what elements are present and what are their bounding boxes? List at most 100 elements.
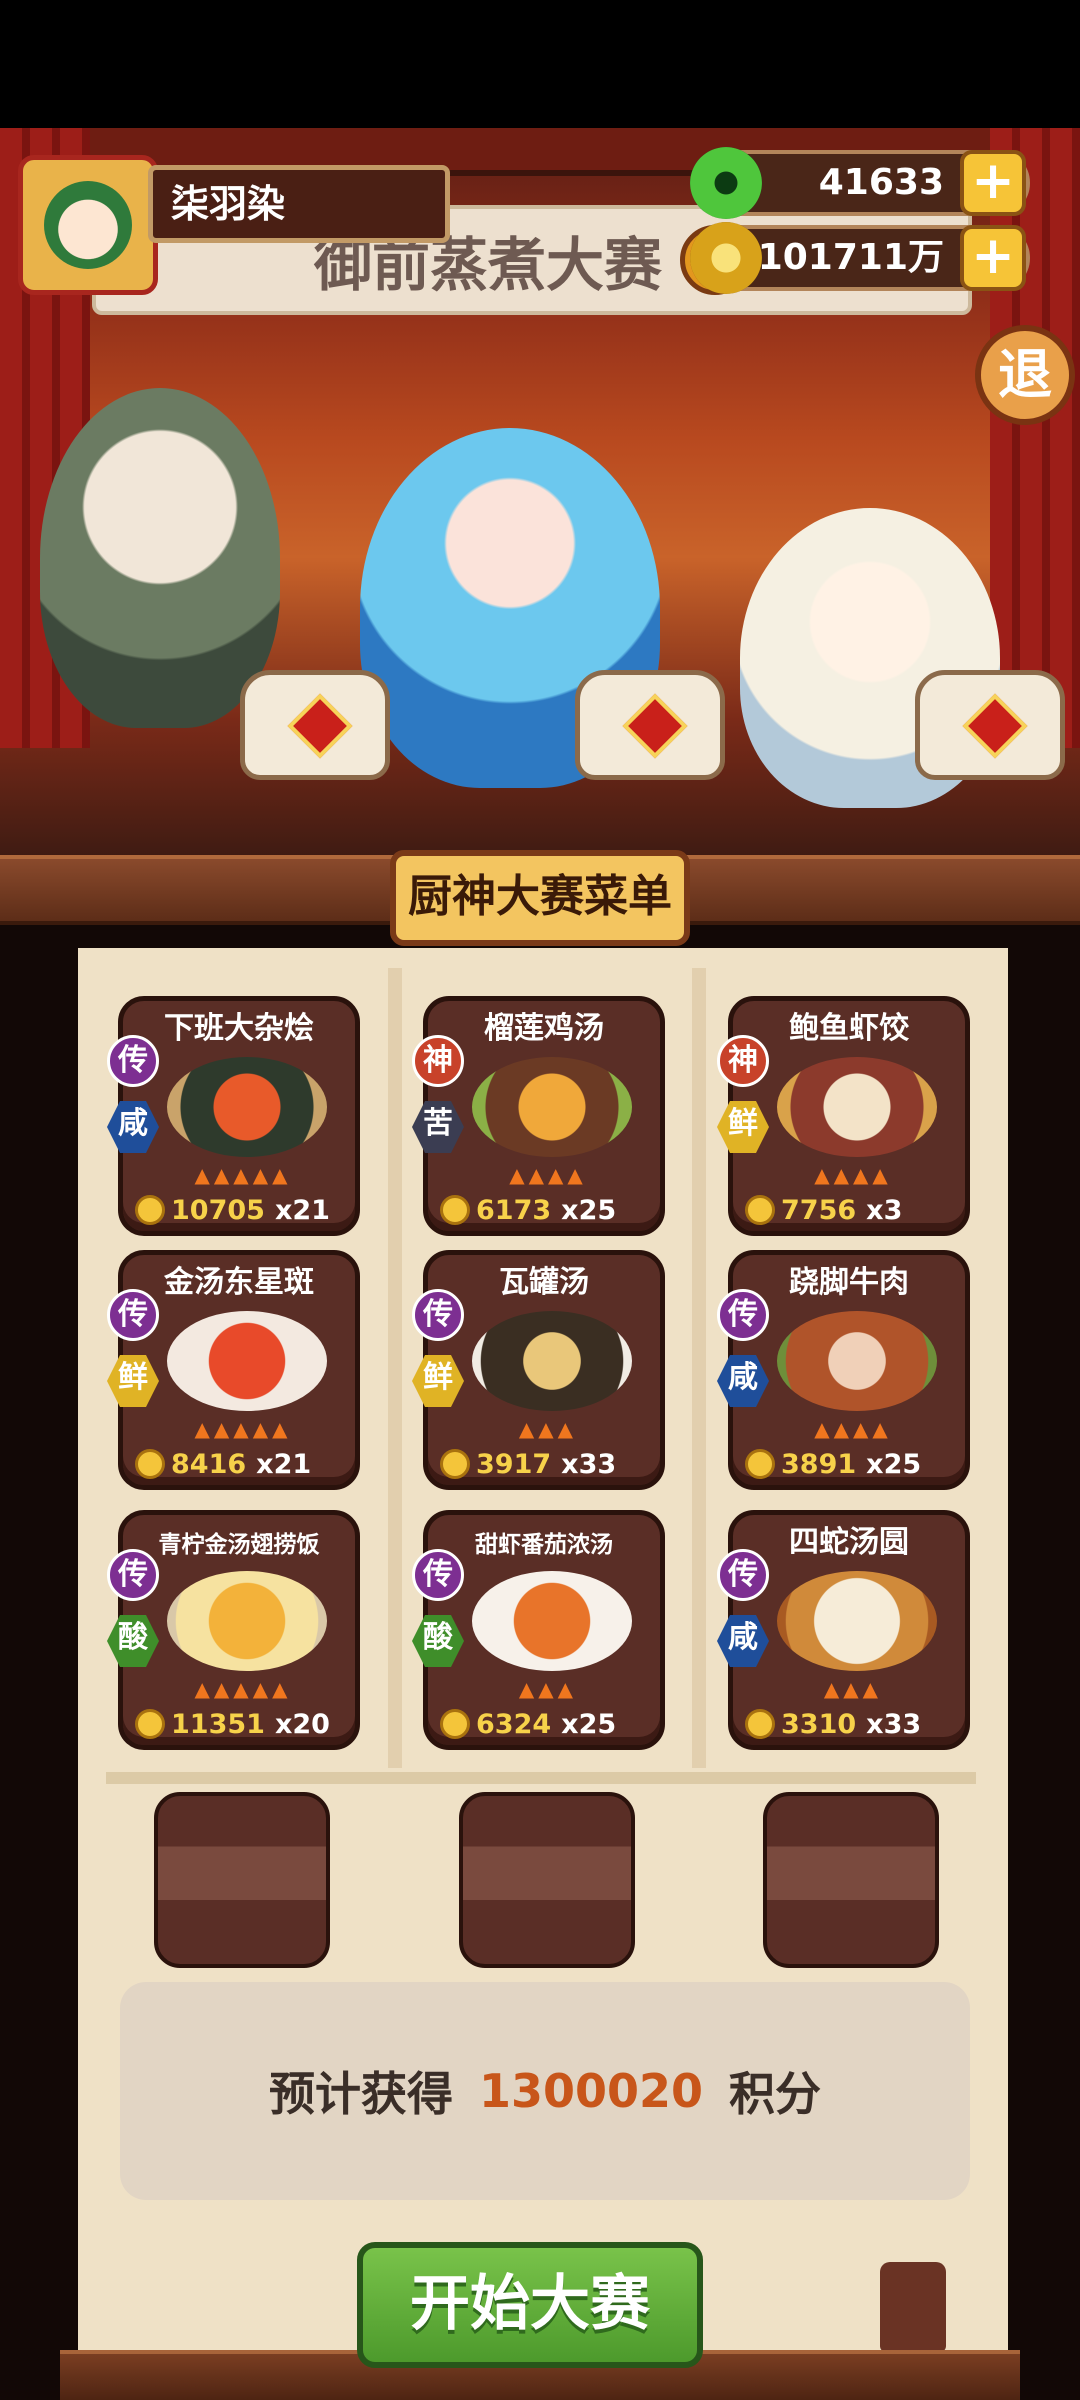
dish-name: 金汤东星斑: [164, 1265, 314, 1300]
selected-dish-slot-1[interactable]: [154, 1792, 330, 1968]
dish-quantity: x20: [274, 1708, 330, 1740]
steamer-pot-center: [575, 670, 725, 780]
dish-price: 10705: [171, 1194, 265, 1226]
dish-card[interactable]: 下班大杂烩传咸 ▲▲▲▲▲ 10705 x21: [107, 996, 360, 1236]
coin-icon: [135, 1449, 165, 1479]
coin-icon: [745, 1449, 775, 1479]
player-avatar[interactable]: [18, 155, 158, 295]
dish-food-icon: [777, 1311, 937, 1411]
dish-card[interactable]: 四蛇汤圆传咸 ▲▲▲ 3310 x33: [717, 1510, 970, 1750]
dish-food-icon: [472, 1311, 632, 1411]
heat-flames-icon: ▲▲▲▲▲: [194, 1417, 292, 1441]
dish-name: 榴莲鸡汤: [484, 1011, 604, 1046]
rank-badge: 传: [107, 1035, 159, 1087]
selected-dish-slot-3[interactable]: [763, 1792, 939, 1968]
dish-card[interactable]: 榴莲鸡汤神苦 ▲▲▲▲ 6173 x25: [412, 996, 665, 1236]
dish-price: 6324: [476, 1708, 552, 1740]
heat-flames-icon: ▲▲▲: [518, 1677, 578, 1701]
dish-card[interactable]: 瓦罐汤传鲜 ▲▲▲ 3917 x33: [412, 1250, 665, 1490]
curtain-right: [990, 128, 1080, 748]
dish-card[interactable]: 青柠金汤翅捞饭传酸 ▲▲▲▲▲ 11351 x20: [107, 1510, 360, 1750]
coin-icon: [440, 1449, 470, 1479]
add-jade-button[interactable]: +: [960, 150, 1026, 216]
dish-price-row: 10705 x21: [135, 1193, 355, 1227]
menu-title: 厨神大赛菜单: [390, 850, 690, 946]
dish-quantity: x33: [561, 1448, 617, 1480]
utensil-jar-icon: [880, 2262, 946, 2352]
dish-quantity: x21: [256, 1448, 312, 1480]
dish-price: 3891: [781, 1448, 857, 1480]
heat-flames-icon: ▲▲▲▲▲: [194, 1163, 292, 1187]
dish-price-row: 6324 x25: [440, 1707, 660, 1741]
dish-price: 6173: [476, 1194, 552, 1226]
column-divider: [388, 968, 402, 1768]
dish-price-row: 3891 x25: [745, 1447, 965, 1481]
dish-name: 跷脚牛肉: [789, 1265, 909, 1300]
rank-badge: 传: [412, 1549, 464, 1601]
heat-flames-icon: ▲▲▲▲▲: [194, 1677, 292, 1701]
estimate-value: 1300020: [478, 2064, 704, 2118]
dish-card[interactable]: 跷脚牛肉传咸 ▲▲▲▲ 3891 x25: [717, 1250, 970, 1490]
row-divider: [106, 1772, 976, 1784]
dish-quantity: x25: [561, 1708, 617, 1740]
add-gold-button[interactable]: +: [960, 225, 1026, 291]
steamer-pot-left: [240, 670, 390, 780]
dish-price-row: 3310 x33: [745, 1707, 965, 1741]
heat-flames-icon: ▲▲▲▲: [814, 1417, 892, 1441]
dish-quantity: x25: [866, 1448, 922, 1480]
coin-icon: [440, 1195, 470, 1225]
rank-badge: 传: [107, 1289, 159, 1341]
dish-name: 青柠金汤翅捞饭: [158, 1532, 320, 1558]
dish-card[interactable]: 金汤东星斑传鲜 ▲▲▲▲▲ 8416 x21: [107, 1250, 360, 1490]
rank-badge: 传: [717, 1549, 769, 1601]
dish-name: 下班大杂烩: [164, 1011, 314, 1046]
dish-price-row: 3917 x33: [440, 1447, 660, 1481]
avatar-portrait-icon: [44, 181, 132, 269]
exit-button[interactable]: 退: [975, 325, 1075, 425]
dish-price-row: 6173 x25: [440, 1193, 660, 1227]
dish-food-icon: [777, 1057, 937, 1157]
dish-quantity: x33: [866, 1708, 922, 1740]
judge-character-left[interactable]: [40, 388, 280, 728]
dish-name: 鲍鱼虾饺: [789, 1011, 909, 1046]
coin-icon: [135, 1709, 165, 1739]
dish-card[interactable]: 鲍鱼虾饺神鲜 ▲▲▲▲ 7756 x3: [717, 996, 970, 1236]
dish-name: 四蛇汤圆: [789, 1525, 909, 1560]
dish-food-icon: [167, 1057, 327, 1157]
rank-badge: 传: [412, 1289, 464, 1341]
gold-coin-icon: [690, 222, 762, 294]
dish-food-icon: [472, 1571, 632, 1671]
heat-flames-icon: ▲▲▲: [823, 1677, 883, 1701]
status-bar-area: [0, 0, 1080, 128]
dish-price: 7756: [781, 1194, 857, 1226]
rank-badge: 神: [412, 1035, 464, 1087]
dish-quantity: x3: [866, 1194, 903, 1226]
dish-food-icon: [472, 1057, 632, 1157]
dish-price-row: 11351 x20: [135, 1707, 355, 1741]
dish-price: 3310: [781, 1708, 857, 1740]
player-name: 柒羽染: [148, 165, 450, 243]
selected-dish-slot-2[interactable]: [459, 1792, 635, 1968]
dish-quantity: x25: [561, 1194, 617, 1226]
steamer-pot-right: [915, 670, 1065, 780]
rank-badge: 神: [717, 1035, 769, 1087]
estimated-score-panel: 预计获得 1300020 积分: [120, 1982, 970, 2200]
rank-badge: 传: [717, 1289, 769, 1341]
dish-name: 瓦罐汤: [499, 1265, 589, 1300]
dish-food-icon: [777, 1571, 937, 1671]
coin-icon: [745, 1709, 775, 1739]
dish-price: 3917: [476, 1448, 552, 1480]
coin-icon: [135, 1195, 165, 1225]
column-divider: [692, 968, 706, 1768]
dish-price-row: 7756 x3: [745, 1193, 965, 1227]
dish-food-icon: [167, 1311, 327, 1411]
dish-quantity: x21: [274, 1194, 330, 1226]
jade-icon: [690, 147, 762, 219]
rank-badge: 传: [107, 1549, 159, 1601]
dish-price-row: 8416 x21: [135, 1447, 355, 1481]
start-contest-button[interactable]: 开始大赛: [357, 2242, 703, 2368]
dish-card[interactable]: 甜虾番茄浓汤传酸 ▲▲▲ 6324 x25: [412, 1510, 665, 1750]
dish-price: 11351: [171, 1708, 265, 1740]
dish-name: 甜虾番茄浓汤: [475, 1532, 613, 1558]
dish-food-icon: [167, 1571, 327, 1671]
